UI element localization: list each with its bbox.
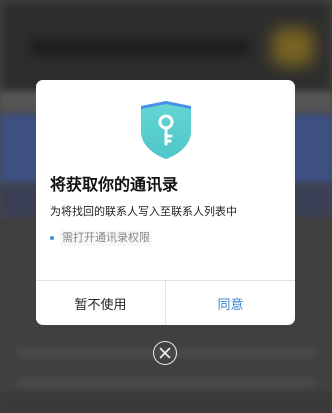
shield-key-icon <box>138 100 194 160</box>
permission-item: 需打开通讯录权限 <box>50 229 152 247</box>
background-bottom-bar <box>0 392 332 413</box>
dialog-description: 为将找回的联系人写入至联系人列表中 <box>50 205 237 218</box>
permission-dialog: 将获取你的通讯录 为将找回的联系人写入至联系人列表中 需打开通讯录权限 暂不使用… <box>36 80 295 325</box>
background-row <box>16 378 316 388</box>
dialog-title: 将获取你的通讯录 <box>50 175 179 194</box>
background-badge <box>272 28 314 66</box>
close-button[interactable] <box>153 341 177 365</box>
deny-button[interactable]: 暂不使用 <box>36 281 166 325</box>
allow-button[interactable]: 同意 <box>166 281 295 325</box>
background-title <box>30 38 250 56</box>
close-icon <box>159 347 171 359</box>
dialog-button-row: 暂不使用 同意 <box>36 280 295 325</box>
permission-label: 需打开通讯录权限 <box>60 230 152 246</box>
bullet-dot-icon <box>50 236 54 240</box>
